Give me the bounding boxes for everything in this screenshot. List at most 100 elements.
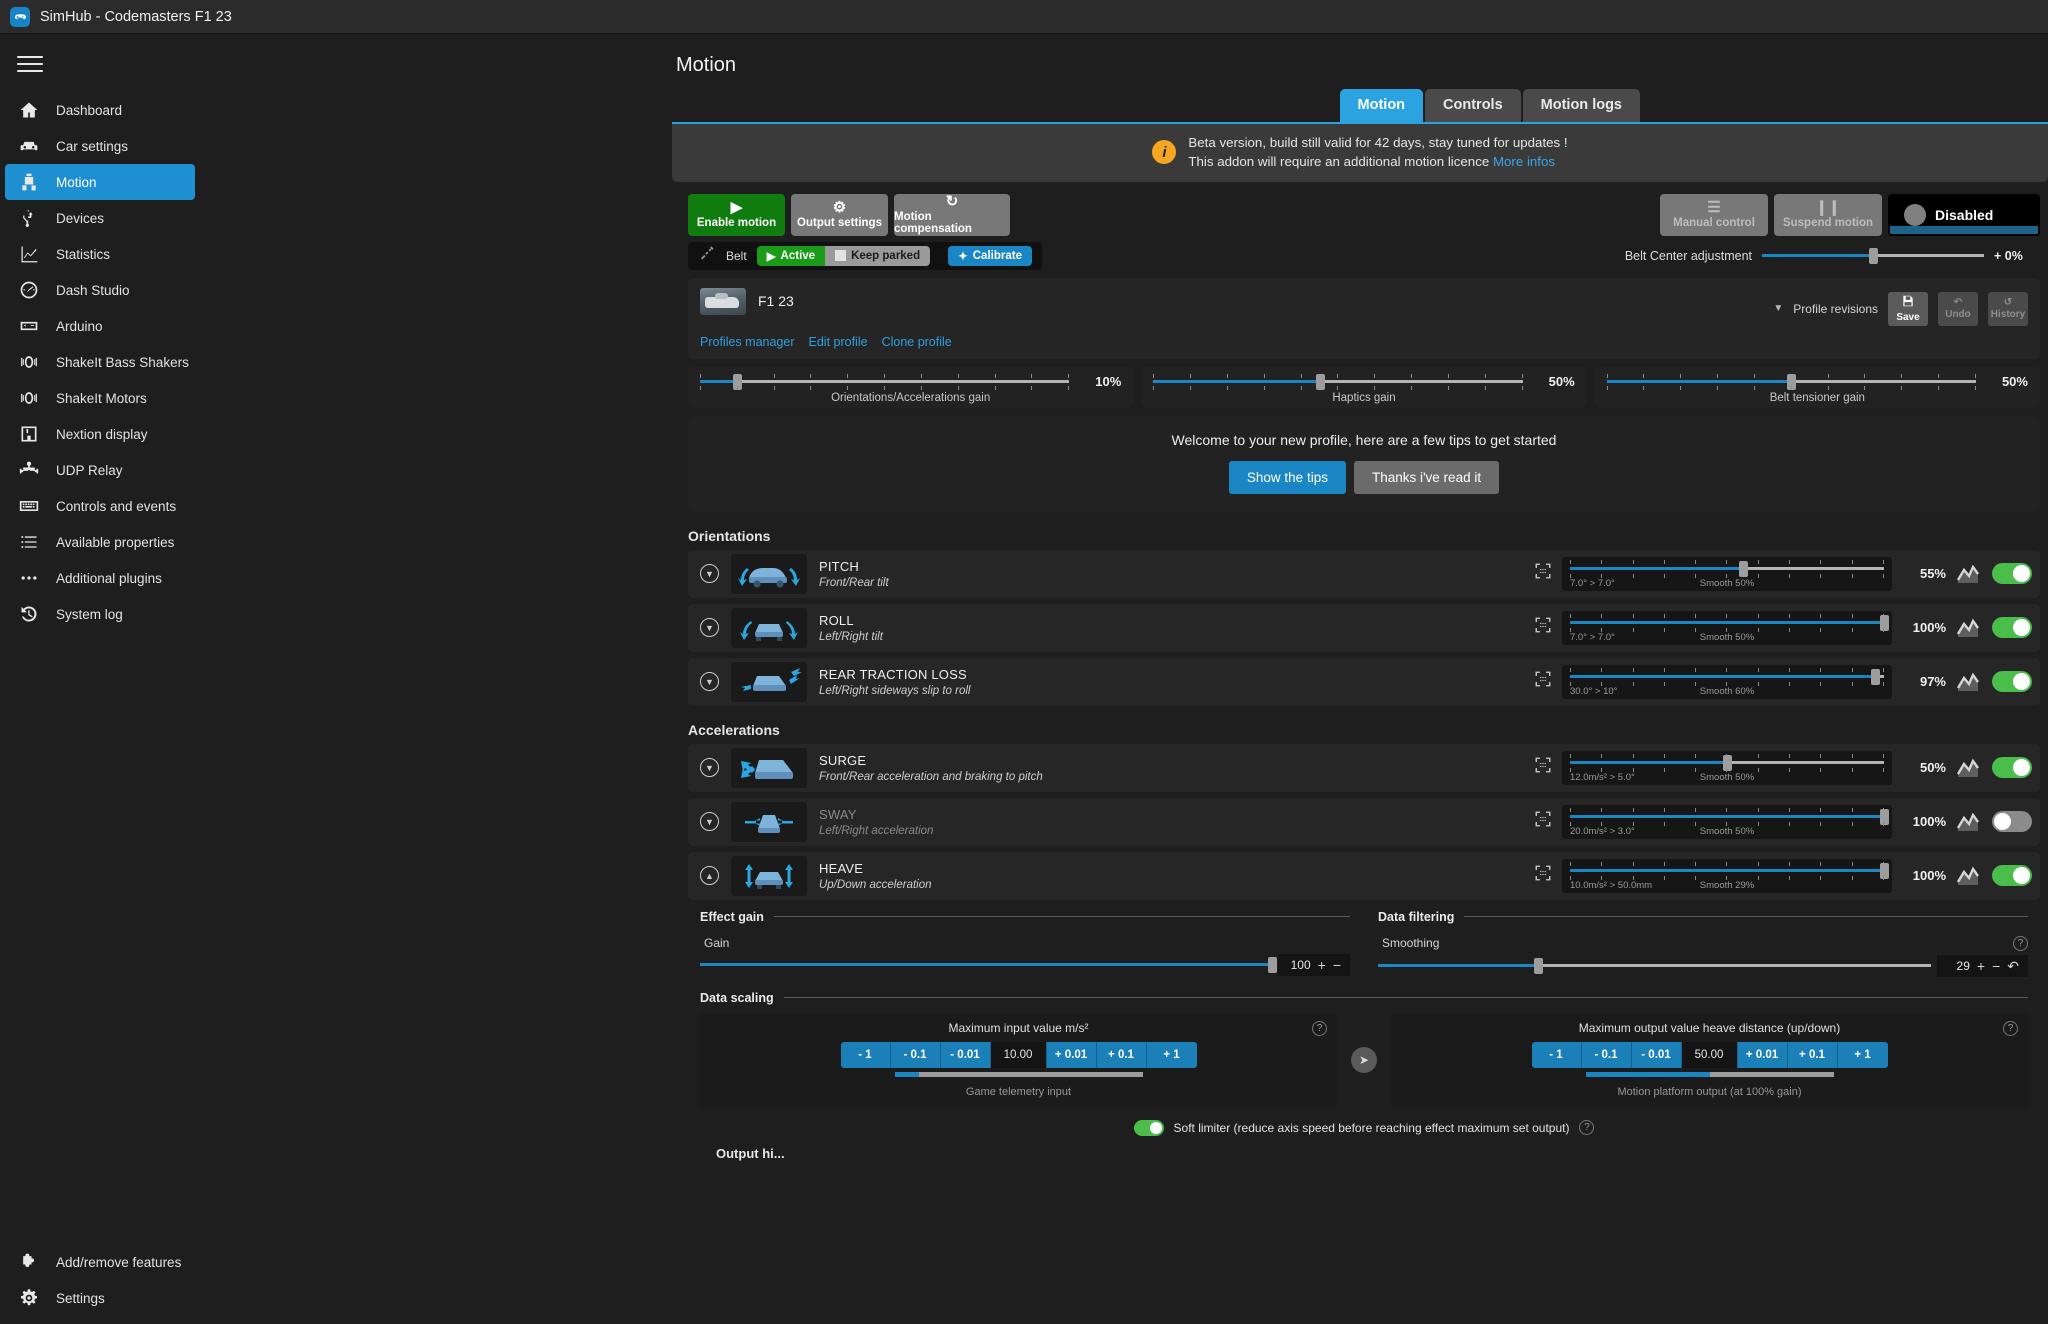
chevron-down-icon[interactable]: ▼ <box>1773 303 1783 314</box>
sidebar-item-shakeit-motors[interactable]: ShakeIt Motors <box>5 380 195 416</box>
belt-calibrate-button[interactable]: ✦ Calibrate <box>948 245 1032 266</box>
input-plus-0.1-button[interactable]: + 0.1 <box>1096 1041 1147 1068</box>
input-minus-1-button[interactable]: - 1 <box>840 1041 891 1068</box>
gain-minus-button[interactable]: − <box>1333 958 1341 972</box>
tab-motion-logs[interactable]: Motion logs <box>1522 89 1640 122</box>
chevron-down-icon[interactable]: ▼ <box>700 672 719 692</box>
question-icon[interactable]: ? <box>2013 935 2028 951</box>
range-icon[interactable] <box>1534 562 1552 585</box>
question-icon[interactable]: ? <box>1312 1020 1327 1036</box>
save-button[interactable]: Save <box>1888 291 1928 326</box>
chevron-down-icon[interactable]: ▼ <box>700 564 719 584</box>
gain-slider[interactable] <box>1606 373 1976 390</box>
effect-enable-toggle[interactable] <box>1992 811 2032 833</box>
sidebar-item-additional-plugins[interactable]: Additional plugins <box>5 560 195 596</box>
arrow-right-icon[interactable]: ➤ <box>1351 1047 1377 1074</box>
gain-plus-button[interactable]: + <box>1318 958 1326 972</box>
soft-limiter-toggle[interactable] <box>1133 1119 1164 1136</box>
range-icon[interactable] <box>1534 616 1552 639</box>
sidebar-item-dashboard[interactable]: Dashboard <box>5 92 195 128</box>
gain-slider[interactable] <box>700 373 1070 390</box>
graph-icon[interactable] <box>1956 865 1982 887</box>
sidebar-item-devices[interactable]: Devices <box>5 200 195 236</box>
smoothing-minus-button[interactable]: − <box>1992 959 2000 973</box>
smoothing-value[interactable]: 29 <box>1946 959 1970 973</box>
question-icon[interactable]: ? <box>2003 1020 2018 1036</box>
max-input-value[interactable]: 10.00 <box>990 1041 1047 1068</box>
effect-enable-toggle[interactable] <box>1992 617 2032 639</box>
effect-enable-toggle[interactable] <box>1992 563 2032 585</box>
hamburger-icon[interactable] <box>10 46 50 82</box>
input-plus-1-button[interactable]: + 1 <box>1146 1041 1197 1068</box>
output-minus-0.01-button[interactable]: - 0.01 <box>1631 1041 1682 1068</box>
effect-intensity-slider[interactable] <box>1570 613 1889 632</box>
clone-profile-link[interactable]: Clone profile <box>882 335 952 349</box>
smoothing-slider[interactable] <box>1378 957 1931 974</box>
effect-enable-toggle[interactable] <box>1992 671 2032 693</box>
input-minus-0.01-button[interactable]: - 0.01 <box>940 1041 991 1068</box>
smoothing-plus-button[interactable]: + <box>1977 959 1985 973</box>
output-plus-0.1-button[interactable]: + 0.1 <box>1787 1041 1838 1068</box>
range-icon[interactable] <box>1534 756 1552 779</box>
max-output-value[interactable]: 50.00 <box>1681 1041 1738 1068</box>
enable-motion-button[interactable]: ▶ Enable motion <box>688 193 785 236</box>
output-settings-button[interactable]: ⚙ Output settings <box>791 193 888 236</box>
range-icon[interactable] <box>1534 864 1552 887</box>
effect-intensity-slider[interactable] <box>1570 667 1884 686</box>
sidebar-item-settings[interactable]: Settings <box>5 1280 195 1316</box>
show-tips-button[interactable]: Show the tips <box>1228 460 1346 494</box>
thanks-read-button[interactable]: Thanks i've read it <box>1353 460 1500 494</box>
gain-value[interactable]: 100 <box>1287 958 1311 972</box>
sidebar-item-nextion-display[interactable]: Nextion display <box>5 416 195 452</box>
input-plus-0.01-button[interactable]: + 0.01 <box>1046 1041 1097 1068</box>
belt-keep-parked-option[interactable]: Keep parked <box>825 245 931 266</box>
graph-icon[interactable] <box>1956 671 1982 693</box>
profiles-manager-link[interactable]: Profiles manager <box>700 335 795 349</box>
effect-intensity-slider[interactable] <box>1570 861 1889 880</box>
range-icon[interactable] <box>1534 670 1552 693</box>
effect-enable-toggle[interactable] <box>1992 757 2032 779</box>
sidebar-item-statistics[interactable]: Statistics <box>5 236 195 272</box>
question-icon[interactable]: ? <box>1579 1120 1595 1136</box>
output-minus-0.1-button[interactable]: - 0.1 <box>1581 1041 1632 1068</box>
effect-intensity-slider[interactable] <box>1570 753 1884 772</box>
effect-enable-toggle[interactable] <box>1992 865 2032 887</box>
undo-button[interactable]: ↶ Undo <box>1938 291 1978 326</box>
chevron-down-icon[interactable]: ▼ <box>700 618 719 638</box>
sidebar-item-udp-relay[interactable]: UDP Relay <box>5 452 195 488</box>
sidebar-item-available-properties[interactable]: Available properties <box>5 524 195 560</box>
sidebar-item-system-log[interactable]: System log <box>5 596 195 632</box>
sidebar-item-dash-studio[interactable]: Dash Studio <box>5 272 195 308</box>
output-plus-1-button[interactable]: + 1 <box>1837 1041 1888 1068</box>
graph-icon[interactable] <box>1956 811 1982 833</box>
gain-slider[interactable] <box>1153 373 1523 390</box>
edit-profile-link[interactable]: Edit profile <box>809 335 868 349</box>
suspend-motion-button[interactable]: ❙❙ Suspend motion <box>1774 193 1882 236</box>
range-icon[interactable] <box>1534 810 1552 833</box>
chevron-down-icon[interactable]: ▼ <box>700 758 719 778</box>
graph-icon[interactable] <box>1956 617 1982 639</box>
sidebar-item-add-remove-features[interactable]: Add/remove features <box>5 1244 195 1280</box>
belt-active-option[interactable]: ▶ Active <box>756 245 826 266</box>
more-infos-link[interactable]: More infos <box>1493 154 1555 169</box>
chevron-down-icon[interactable]: ▼ <box>700 812 719 832</box>
history-button[interactable]: ↺ History <box>1988 291 2028 326</box>
tab-motion[interactable]: Motion <box>1339 89 1424 122</box>
sidebar-item-car-settings[interactable]: Car settings <box>5 128 195 164</box>
sidebar-item-arduino[interactable]: Arduino <box>5 308 195 344</box>
graph-icon[interactable] <box>1956 563 1982 585</box>
output-minus-1-button[interactable]: - 1 <box>1531 1041 1582 1068</box>
effect-intensity-slider[interactable] <box>1570 807 1889 826</box>
sidebar-item-controls-and-events[interactable]: Controls and events <box>5 488 195 524</box>
sidebar-item-shakeit-bass-shakers[interactable]: ShakeIt Bass Shakers <box>5 344 195 380</box>
input-minus-0.1-button[interactable]: - 0.1 <box>890 1041 941 1068</box>
smoothing-reset-icon[interactable]: ↶ <box>2007 959 2019 973</box>
chevron-up-icon[interactable]: ▲ <box>700 866 719 886</box>
manual-control-button[interactable]: ☰ Manual control <box>1660 193 1768 236</box>
tab-controls[interactable]: Controls <box>1425 89 1521 122</box>
gain-slider[interactable] <box>700 956 1277 973</box>
output-plus-0.01-button[interactable]: + 0.01 <box>1737 1041 1788 1068</box>
effect-intensity-slider[interactable] <box>1570 559 1884 578</box>
belt-center-slider[interactable] <box>1762 247 1984 264</box>
graph-icon[interactable] <box>1956 757 1982 779</box>
